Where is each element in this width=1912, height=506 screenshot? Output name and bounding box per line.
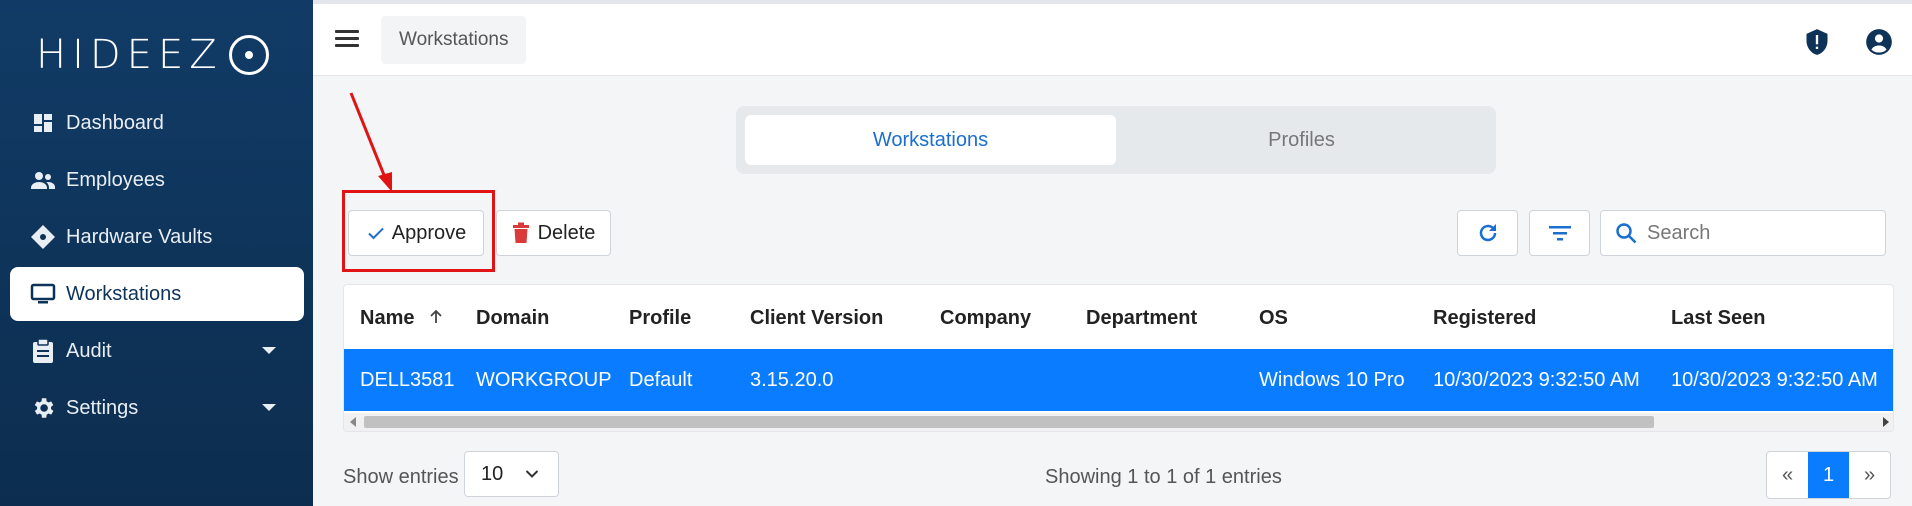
scroll-right-icon[interactable]: [1883, 417, 1889, 427]
cell-client-version: 3.15.20.0: [750, 369, 834, 391]
sidebar-item-employees[interactable]: Employees: [10, 153, 304, 207]
sidebar-item-label: Workstations: [66, 282, 182, 305]
scrollbar-thumb[interactable]: [364, 416, 1654, 428]
sidebar-item-label: Dashboard: [66, 111, 164, 134]
chevron-down-icon: [262, 347, 276, 354]
chevron-down-icon: [262, 404, 276, 411]
column-header-last-seen[interactable]: Last Seen: [1671, 307, 1765, 330]
cell-os: Windows 10 Pro: [1259, 369, 1405, 391]
top-bar: Workstations: [313, 0, 1912, 76]
account-icon[interactable]: [1865, 28, 1893, 56]
filter-button[interactable]: [1529, 210, 1590, 256]
entries-value: 10: [481, 462, 504, 485]
column-header-company[interactable]: Company: [940, 307, 1031, 330]
annotation-arrow-icon: [349, 92, 392, 192]
column-header-department[interactable]: Department: [1086, 307, 1197, 330]
app: HIDEEZ Dashboard Employees Hardware Vaul…: [0, 0, 1912, 506]
cell-profile: Default: [629, 369, 693, 391]
horizontal-scrollbar[interactable]: [344, 413, 1893, 431]
sidebar-item-hardware-vaults[interactable]: Hardware Vaults: [10, 210, 304, 264]
employees-icon: [30, 167, 56, 193]
sidebar-item-label: Audit: [66, 339, 112, 362]
cell-last-seen: 10/30/2023 9:32:50 AM: [1671, 369, 1878, 391]
cell-registered: 10/30/2023 9:32:50 AM: [1433, 369, 1640, 391]
column-header-domain[interactable]: Domain: [476, 307, 549, 330]
tab-workstations[interactable]: Workstations: [745, 115, 1116, 165]
dashboard-icon: [30, 110, 56, 136]
sidebar-item-audit[interactable]: Audit: [10, 324, 304, 378]
table-row[interactable]: DELL3581 WORKGROUP Default 3.15.20.0 Win…: [344, 349, 1893, 411]
workstations-table: Name Domain Profile Client Version Compa…: [343, 284, 1894, 432]
sidebar-item-label: Settings: [66, 396, 139, 419]
sidebar: HIDEEZ Dashboard Employees Hardware Vaul…: [0, 0, 313, 506]
sidebar-nav: Dashboard Employees Hardware Vaults Work…: [10, 96, 304, 438]
tab-profiles[interactable]: Profiles: [1116, 115, 1487, 165]
logo-mark-icon: [228, 35, 269, 75]
delete-label: Delete: [537, 221, 596, 244]
breadcrumb: Workstations: [381, 16, 527, 64]
refresh-icon: [1479, 224, 1496, 242]
column-header-profile[interactable]: Profile: [629, 307, 691, 330]
pagination: « 1 »: [1766, 451, 1891, 499]
show-entries-label: Show entries: [343, 466, 459, 488]
column-header-os[interactable]: OS: [1259, 307, 1288, 330]
sidebar-item-label: Hardware Vaults: [66, 225, 213, 248]
column-header-registered[interactable]: Registered: [1433, 307, 1536, 330]
monitor-icon: [30, 281, 56, 307]
approve-label: Approve: [391, 221, 467, 244]
search-icon: [1616, 223, 1637, 244]
table-header: Name Domain Profile Client Version Compa…: [344, 285, 1893, 349]
approve-button[interactable]: Approve: [348, 210, 484, 256]
search-input[interactable]: [1647, 221, 1867, 245]
pagination-info: Showing 1 to 1 of 1 entries: [1045, 466, 1282, 488]
gear-icon: [30, 395, 56, 421]
sidebar-item-dashboard[interactable]: Dashboard: [10, 96, 304, 150]
hardware-vault-icon: [30, 224, 56, 250]
scroll-left-icon[interactable]: [350, 417, 356, 427]
sidebar-item-workstations[interactable]: Workstations: [10, 267, 304, 321]
column-header-client-version[interactable]: Client Version: [750, 307, 883, 330]
clipboard-icon: [30, 338, 56, 364]
chevron-down-icon: [526, 470, 539, 478]
filter-icon: [1548, 226, 1571, 241]
pagination-next[interactable]: »: [1849, 452, 1890, 498]
tab-switcher: Workstations Profiles: [736, 106, 1496, 174]
shield-alert-icon[interactable]: [1803, 28, 1831, 56]
cell-domain: WORKGROUP: [476, 369, 612, 391]
logo-text: HIDEEZ: [36, 32, 223, 78]
delete-button[interactable]: Delete: [496, 210, 611, 256]
trash-icon: [512, 222, 529, 243]
entries-select[interactable]: 10: [464, 451, 559, 497]
cell-name: DELL3581: [360, 369, 455, 391]
search-box[interactable]: [1600, 210, 1886, 256]
logo[interactable]: HIDEEZ: [36, 32, 269, 78]
check-icon: [368, 227, 384, 240]
column-header-name[interactable]: Name: [360, 307, 444, 330]
sidebar-item-settings[interactable]: Settings: [10, 381, 304, 435]
menu-icon[interactable]: [335, 30, 359, 48]
pagination-prev[interactable]: «: [1767, 452, 1808, 498]
refresh-button[interactable]: [1457, 210, 1518, 256]
sort-ascending-icon: [430, 309, 442, 323]
pagination-page-1[interactable]: 1: [1808, 452, 1849, 498]
sidebar-item-label: Employees: [66, 168, 165, 191]
